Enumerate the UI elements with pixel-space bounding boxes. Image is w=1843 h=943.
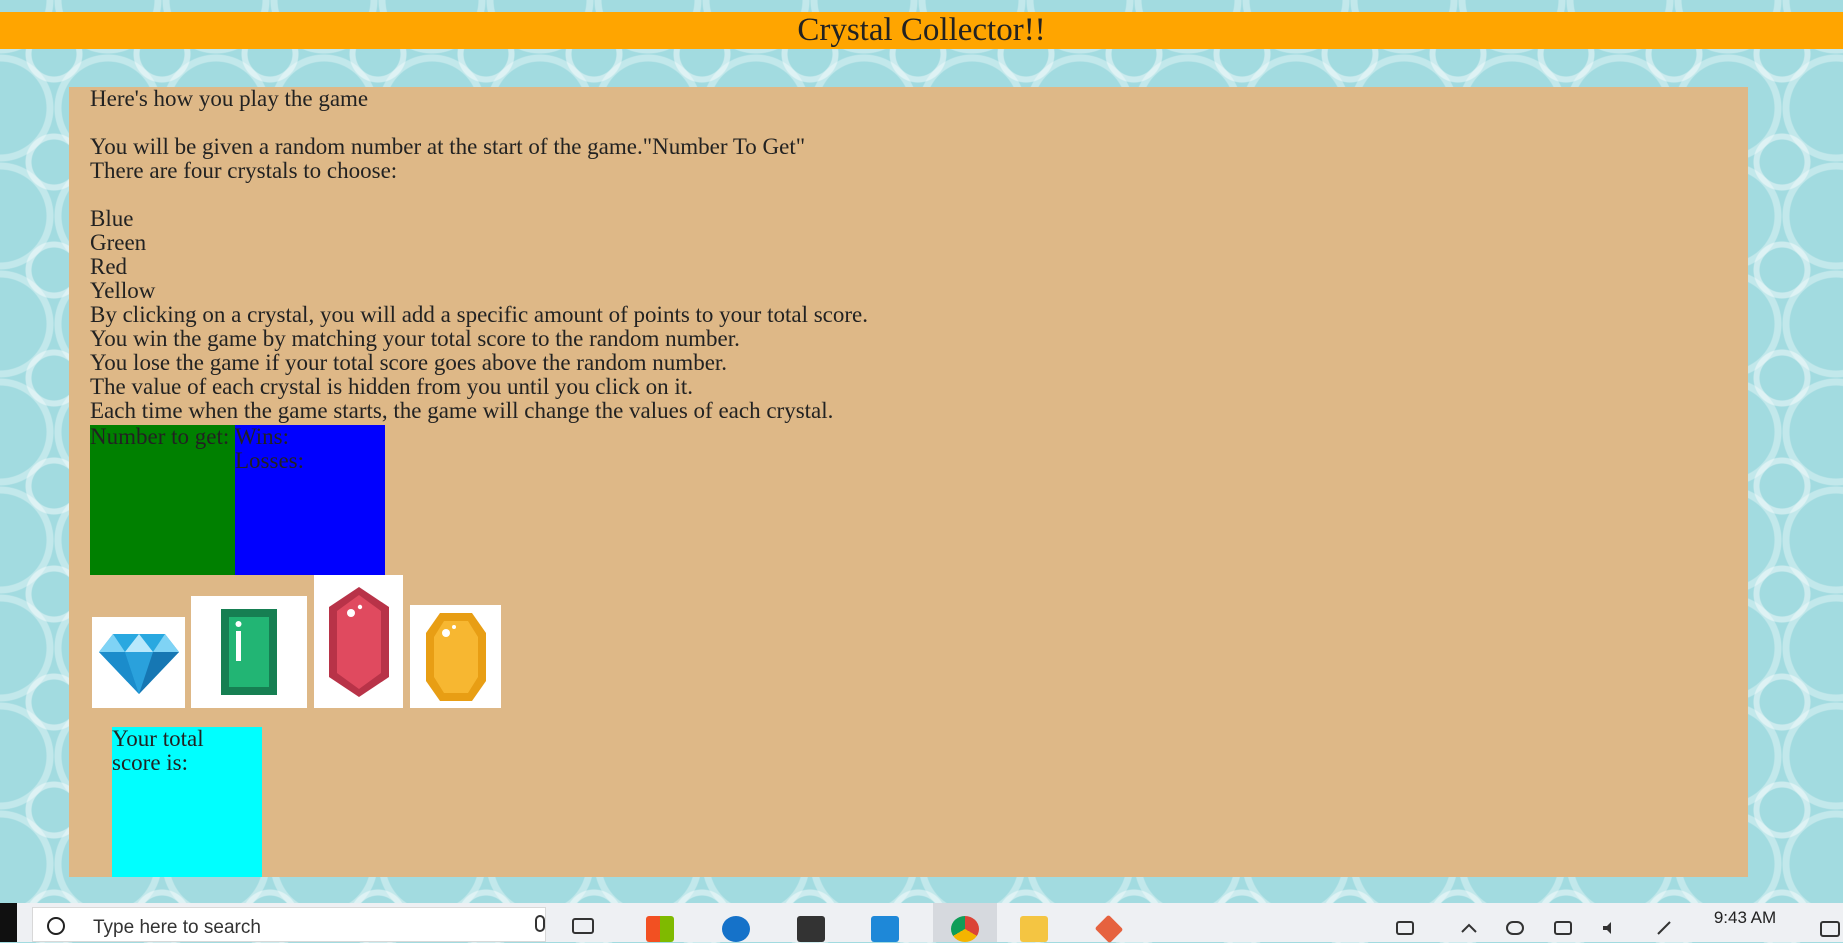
vscode-icon	[871, 916, 899, 942]
rule-line: You win the game by matching your total …	[90, 326, 740, 351]
taskbar-search-placeholder: Type here to search	[93, 917, 261, 938]
yellow-topaz-icon	[425, 612, 486, 701]
taskbar-clock[interactable]: 9:43 AM	[1690, 908, 1800, 928]
blue-diamond-icon	[98, 633, 179, 694]
task-view-button[interactable]	[556, 903, 610, 942]
chevron-up-icon[interactable]	[1460, 921, 1478, 935]
green-emerald-icon	[221, 609, 277, 695]
git-icon	[1094, 914, 1124, 943]
instructions-line: There are four crystals to choose:	[90, 158, 398, 183]
windows-taskbar: Type here to search 9:43 AM	[0, 903, 1843, 943]
red-crystal-button[interactable]	[314, 575, 403, 708]
crystal-color-item: Green	[90, 230, 147, 255]
page-title-banner: Crystal Collector!!	[0, 12, 1843, 49]
people-icon[interactable]	[1396, 921, 1414, 935]
mail-icon	[797, 916, 825, 942]
microphone-icon[interactable]	[535, 915, 545, 932]
crystal-color-item: Yellow	[90, 278, 156, 303]
folder-icon	[1020, 916, 1048, 942]
rule-line: Each time when the game starts, the game…	[90, 398, 834, 423]
green-crystal-button[interactable]	[191, 596, 307, 708]
chrome-icon	[951, 916, 979, 942]
game-panel: Here's how you play the game You will be…	[69, 87, 1748, 877]
blue-crystal-button[interactable]	[92, 617, 185, 708]
wins-label: Wins:	[235, 424, 290, 449]
task-view-icon	[572, 918, 594, 934]
page-title: Crystal Collector!!	[797, 12, 1046, 48]
battery-icon[interactable]	[1554, 921, 1572, 935]
pen-icon[interactable]	[1655, 921, 1673, 935]
total-score-label-line1: Your total	[112, 726, 204, 751]
rule-line: The value of each crystal is hidden from…	[90, 374, 693, 399]
crystal-color-item: Red	[90, 254, 128, 279]
crystal-color-item: Blue	[90, 206, 134, 231]
instructions-intro: Here's how you play the game	[90, 86, 369, 111]
start-button[interactable]	[0, 903, 17, 942]
clock-time: 9:43 AM	[1713, 908, 1777, 927]
instructions: Here's how you play the game You will be…	[90, 87, 868, 423]
cortana-search-icon	[47, 917, 65, 935]
taskbar-search-box[interactable]: Type here to search	[32, 907, 546, 942]
vscode-app-button[interactable]	[858, 903, 912, 942]
number-to-get-box: Number to get:	[90, 425, 235, 575]
red-ruby-icon	[328, 586, 389, 697]
total-score-label-line2: score is:	[112, 750, 189, 775]
file-explorer-button[interactable]	[1007, 903, 1061, 942]
edge-icon	[722, 916, 750, 942]
notifications-icon[interactable]	[1820, 921, 1840, 937]
git-app-button[interactable]	[1082, 903, 1136, 943]
chrome-app-button[interactable]	[933, 903, 997, 942]
instructions-line: You will be given a random number at the…	[90, 134, 806, 159]
onedrive-icon[interactable]	[1506, 921, 1524, 935]
losses-label: Losses:	[235, 448, 304, 473]
mail-app-button[interactable]	[784, 903, 838, 942]
store-app-button[interactable]	[633, 903, 687, 942]
rule-line: By clicking on a crystal, you will add a…	[90, 302, 868, 327]
volume-icon[interactable]	[1601, 921, 1619, 935]
yellow-crystal-button[interactable]	[410, 605, 501, 708]
rule-line: You lose the game if your total score go…	[90, 350, 728, 375]
edge-app-button[interactable]	[709, 903, 763, 942]
wins-losses-box: Wins: Losses:	[235, 425, 385, 575]
number-to-get-label: Number to get:	[90, 424, 230, 449]
store-icon	[646, 916, 674, 942]
total-score-box: Your total score is:	[112, 727, 262, 877]
